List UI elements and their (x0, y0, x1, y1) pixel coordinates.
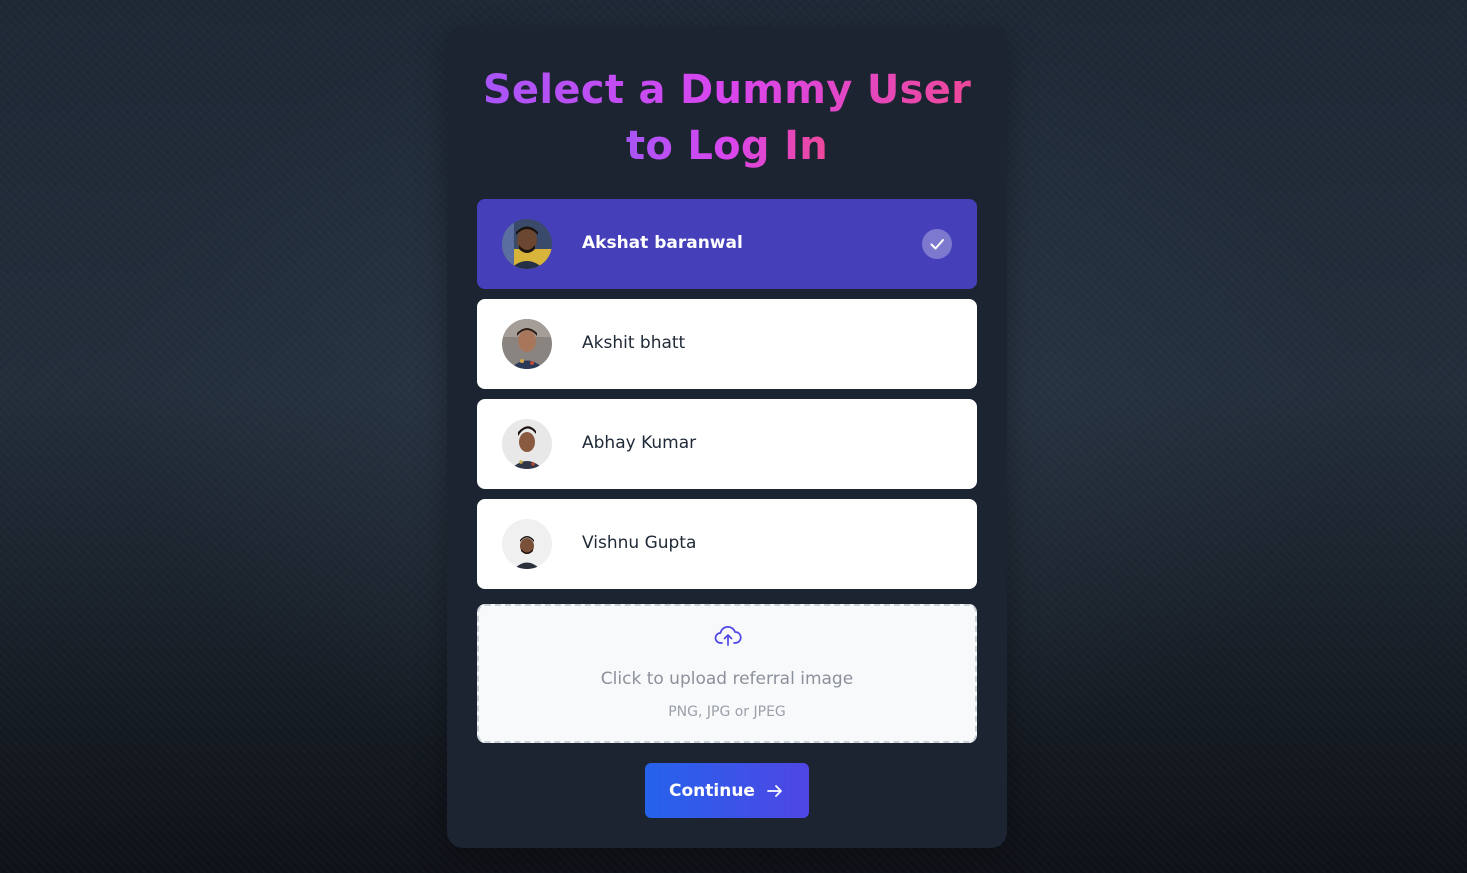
title-line-1: Select a Dummy User (482, 67, 972, 113)
page-title: Select a Dummy User to Log In (447, 62, 1007, 174)
avatar (502, 419, 552, 469)
avatar (502, 519, 552, 569)
continue-label: Continue (669, 780, 755, 801)
continue-button[interactable]: Continue (645, 763, 809, 818)
user-name: Akshit bhatt (582, 333, 686, 353)
avatar (502, 319, 552, 369)
arrow-right-icon (765, 781, 785, 801)
login-card: Select a Dummy User to Log In Akshat bar… (447, 26, 1007, 848)
upload-file-types: PNG, JPG or JPEG (668, 704, 786, 720)
upload-title: Click to upload referral image (600, 669, 854, 689)
user-option-vishnu[interactable]: Vishnu Gupta (477, 499, 977, 589)
title-line-2: to Log In (625, 123, 829, 169)
check-icon (922, 229, 952, 259)
user-option-akshat[interactable]: Akshat baranwal (477, 199, 977, 289)
user-name: Abhay Kumar (582, 433, 697, 453)
user-option-abhay[interactable]: Abhay Kumar (477, 399, 977, 489)
user-option-akshit[interactable]: Akshit bhatt (477, 299, 977, 389)
avatar (502, 219, 552, 269)
user-name: Vishnu Gupta (582, 533, 697, 553)
referral-upload-dropzone[interactable]: Click to upload referral image PNG, JPG … (477, 604, 977, 743)
cloud-upload-icon (714, 624, 742, 648)
user-name: Akshat baranwal (582, 233, 743, 253)
user-list: Akshat baranwal Akshit bhatt Abhay Kumar… (477, 199, 977, 599)
